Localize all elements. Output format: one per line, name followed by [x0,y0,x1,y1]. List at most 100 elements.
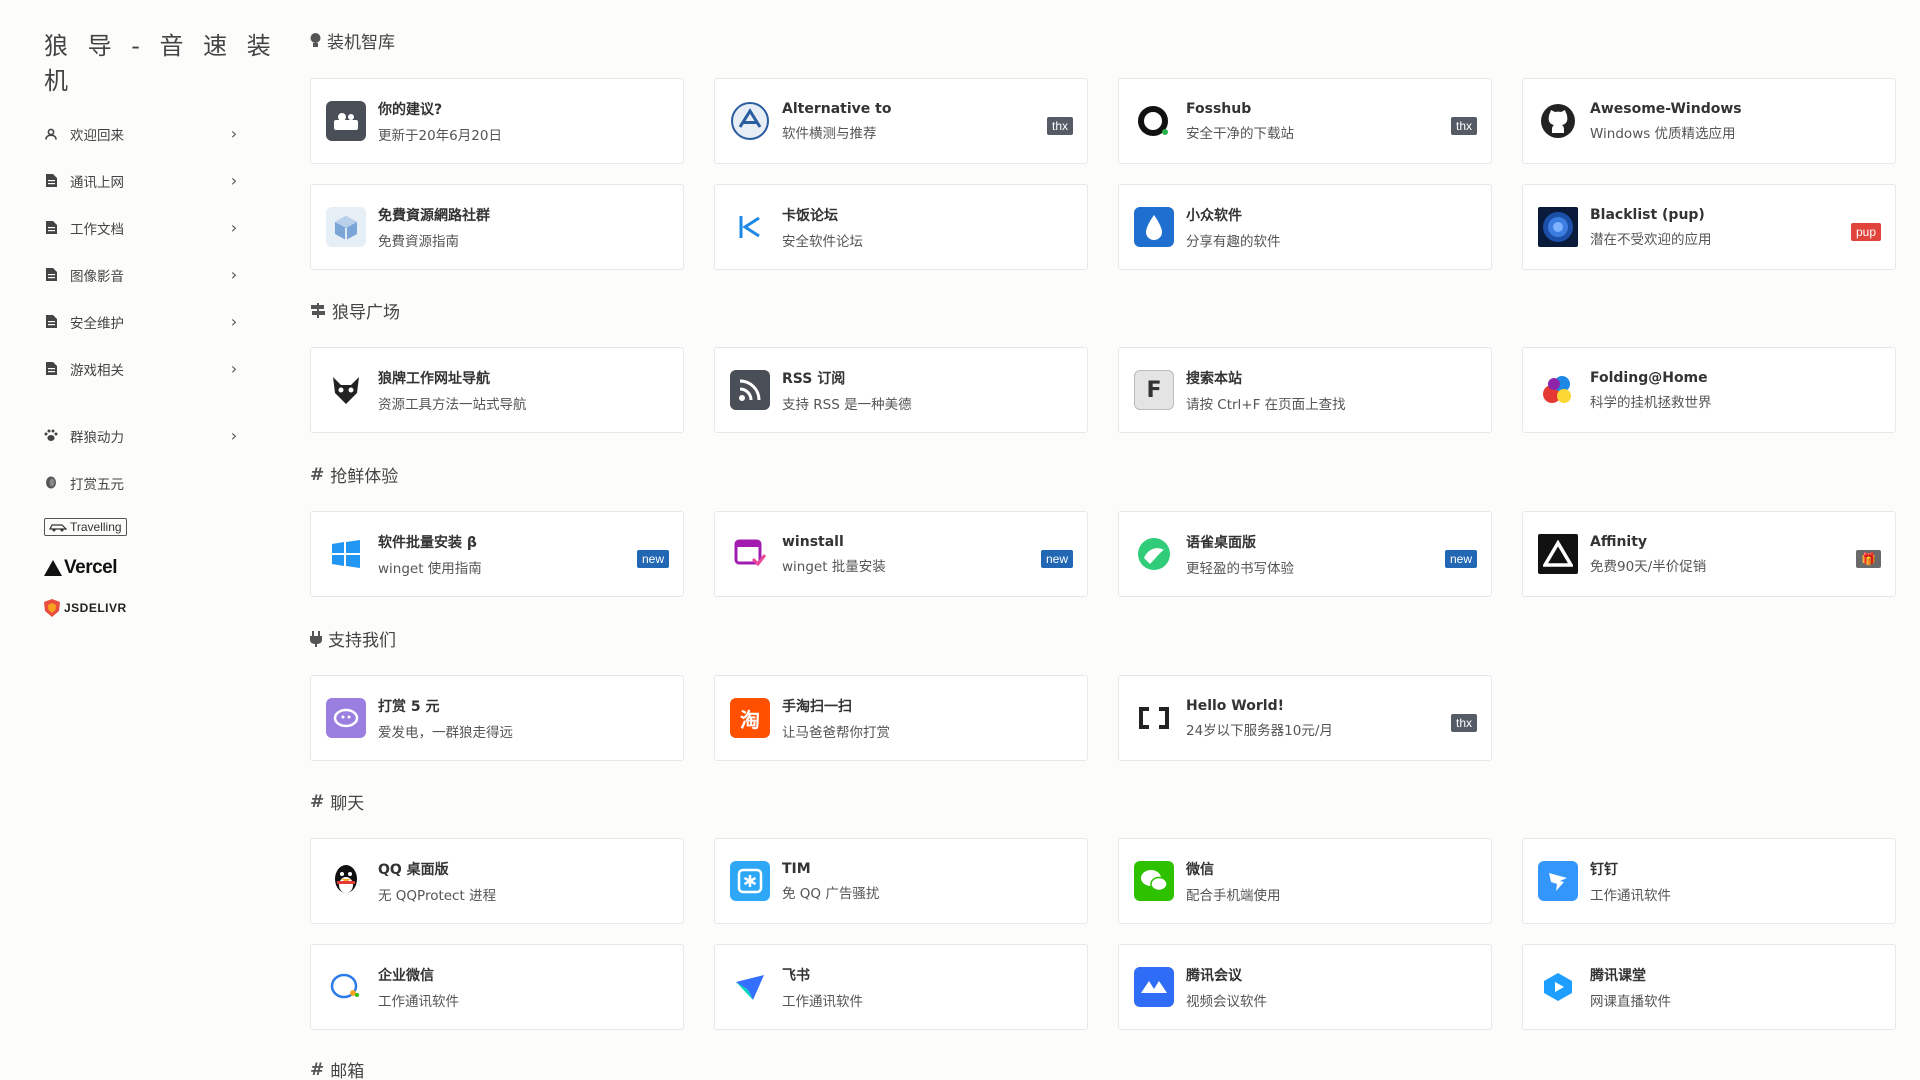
card-rss[interactable]: RSS 订阅 支持 RSS 是一种美德 [714,347,1088,433]
section-title-square: 狼导广场 [310,298,400,323]
wolf-icon [326,370,366,410]
afdian-icon [326,698,366,738]
tencent-class-icon [1538,967,1578,1007]
site-logo[interactable]: 狼 导 - 音 速 装 机 [44,26,300,96]
card-blacklist[interactable]: Blacklist (pup) 潜在不受欢迎的应用 pup [1522,184,1896,270]
card-desc: 软件横测与推荐 [782,125,877,142]
card-desc: 潜在不受欢迎的应用 [1590,231,1712,248]
jsdelivr-label: JSDELIVR [64,601,127,615]
vercel-link[interactable]: Vercel [44,557,240,579]
doc-icon [44,268,58,282]
card-name: 软件批量安装 β [378,534,477,551]
sidebar-item-network[interactable]: 通讯上网 › [44,157,240,204]
github-icon [1538,101,1578,141]
wecom-icon [326,967,366,1007]
pup-badge: pup [1850,223,1881,241]
card-tencent-meeting[interactable]: 腾讯会议 视频会议软件 [1118,944,1492,1030]
card-kafan[interactable]: 卡饭论坛 安全软件论坛 [714,184,1088,270]
wechat-icon [1134,861,1174,901]
card-suggestion[interactable]: 你的建议? 更新于20年6月20日 [310,78,684,164]
card-desc: 科学的挂机拯救世界 [1590,394,1712,411]
signpost-icon [310,303,326,318]
card-qq[interactable]: QQ 桌面版无 QQProtect 进程 [310,838,684,924]
chevron-right-icon: › [230,218,238,237]
card-wolf-nav[interactable]: 狼牌工作网址导航 资源工具方法一站式导航 [310,347,684,433]
chevron-right-icon: › [230,312,238,331]
sidebar-item-label: 工作文档 [70,221,124,238]
sidebar-nav: 欢迎回来 › 通讯上网 › 工作文档 › 图像影音 › 安全维护 › 游戏相关 … [44,110,240,617]
card-batch-install[interactable]: 软件批量安装 β winget 使用指南 new [310,511,684,597]
chevron-right-icon: › [230,359,238,378]
dingtalk-icon [1538,861,1578,901]
thx-badge: thx [1450,714,1477,732]
jsdelivr-link[interactable]: JSDELIVR [44,599,240,617]
card-name: TIM [782,860,811,877]
hash-icon: # [310,791,325,812]
card-desc: 工作通讯软件 [378,993,459,1010]
card-folding[interactable]: Folding@Home 科学的挂机拯救世界 [1522,347,1896,433]
cube-icon [326,207,366,247]
chevron-right-icon: › [230,265,238,284]
card-desc: 网课直播软件 [1590,993,1671,1010]
card-name: 狼牌工作网址导航 [378,370,490,387]
card-name: 语雀桌面版 [1186,534,1256,551]
tencent-meeting-icon [1134,967,1174,1007]
card-awesome-windows[interactable]: Awesome-Windows Windows 优质精选应用 [1522,78,1896,164]
card-desc: 24岁以下服务器10元/月 [1186,722,1333,739]
card-desc: 支持 RSS 是一种美德 [782,396,912,413]
travelling-badge[interactable]: Travelling [44,518,127,536]
sidebar-item-games[interactable]: 游戏相关 › [44,345,240,392]
card-name: Folding@Home [1590,369,1708,386]
sidebar-item-welcome[interactable]: 欢迎回来 › [44,110,240,157]
card-yuque[interactable]: 语雀桌面版 更轻盈的书写体验 new [1118,511,1492,597]
card-free-resources[interactable]: 免費資源網路社群 免費資源指南 [310,184,684,270]
section-title-support: 支持我们 [310,626,396,651]
card-desc: 免费90天/半价促销 [1590,558,1707,575]
card-appinn[interactable]: 小众软件 分享有趣的软件 [1118,184,1492,270]
sidebar-item-label: 欢迎回来 [70,127,124,144]
card-fosshub[interactable]: Fosshub 安全干净的下载站 thx [1118,78,1492,164]
card-name: 腾讯课堂 [1590,967,1646,984]
card-dingtalk[interactable]: 钉钉 工作通讯软件 [1522,838,1896,924]
tim-icon [730,861,770,901]
sidebar-item-wolfpack[interactable]: 群狼动力 › [44,412,240,459]
card-desc: 请按 Ctrl+F 在页面上查找 [1186,396,1346,413]
taobao-icon: 淘 [730,698,770,738]
card-taobao-scan[interactable]: 淘 手淘扫一扫 让马爸爸帮你打赏 [714,675,1088,761]
card-tim[interactable]: TIM 免 QQ 广告骚扰 [714,838,1088,924]
lightbulb-icon [310,33,321,48]
sidebar-item-donate[interactable]: 打赏五元 [44,459,240,506]
card-desc: Windows 优质精选应用 [1590,125,1736,142]
card-winstall[interactable]: winstall winget 批量安装 new [714,511,1088,597]
card-feishu[interactable]: 飞书 工作通讯软件 [714,944,1088,1030]
card-affinity[interactable]: Affinity 免费90天/半价促销 🎁 [1522,511,1896,597]
card-name: winstall [782,533,844,550]
sidebar-item-security[interactable]: 安全维护 › [44,298,240,345]
card-alternativeto[interactable]: Alternative to 软件横测与推荐 thx [714,78,1088,164]
f-key-icon: F [1134,370,1174,410]
new-badge: new [1040,550,1073,568]
sidebar: 狼 导 - 音 速 装 机 欢迎回来 › 通讯上网 › 工作文档 › 图像影音 … [0,0,300,1080]
card-name: 卡饭论坛 [782,207,838,224]
sidebar-item-docs[interactable]: 工作文档 › [44,204,240,251]
new-badge: new [1444,550,1477,568]
hash-icon: # [310,464,325,485]
card-tencent-class[interactable]: 腾讯课堂网课直播软件 [1522,944,1896,1030]
card-name: Affinity [1590,533,1648,550]
card-wecom[interactable]: 企业微信 工作通讯软件 [310,944,684,1030]
card-search-site[interactable]: F 搜索本站 请按 Ctrl+F 在页面上查找 [1118,347,1492,433]
card-name: Fosshub [1186,100,1252,117]
card-hello-world[interactable]: Hello World! 24岁以下服务器10元/月 thx [1118,675,1492,761]
card-desc: 爱发电，一群狼走得远 [378,724,513,741]
card-donate-5[interactable]: 打赏 5 元爱发电，一群狼走得远 [310,675,684,761]
qq-penguin-icon [326,861,366,901]
card-name: 微信 [1186,861,1214,878]
sidebar-item-media[interactable]: 图像影音 › [44,251,240,298]
card-desc: 工作通讯软件 [1590,887,1671,904]
new-badge: new [636,550,669,568]
section-title-text: 聊天 [330,794,365,814]
fosshub-icon [1134,101,1174,141]
card-desc: 视频会议软件 [1186,993,1267,1010]
sidebar-item-label: 游戏相关 [70,362,124,379]
card-wechat[interactable]: 微信 配合手机端使用 [1118,838,1492,924]
